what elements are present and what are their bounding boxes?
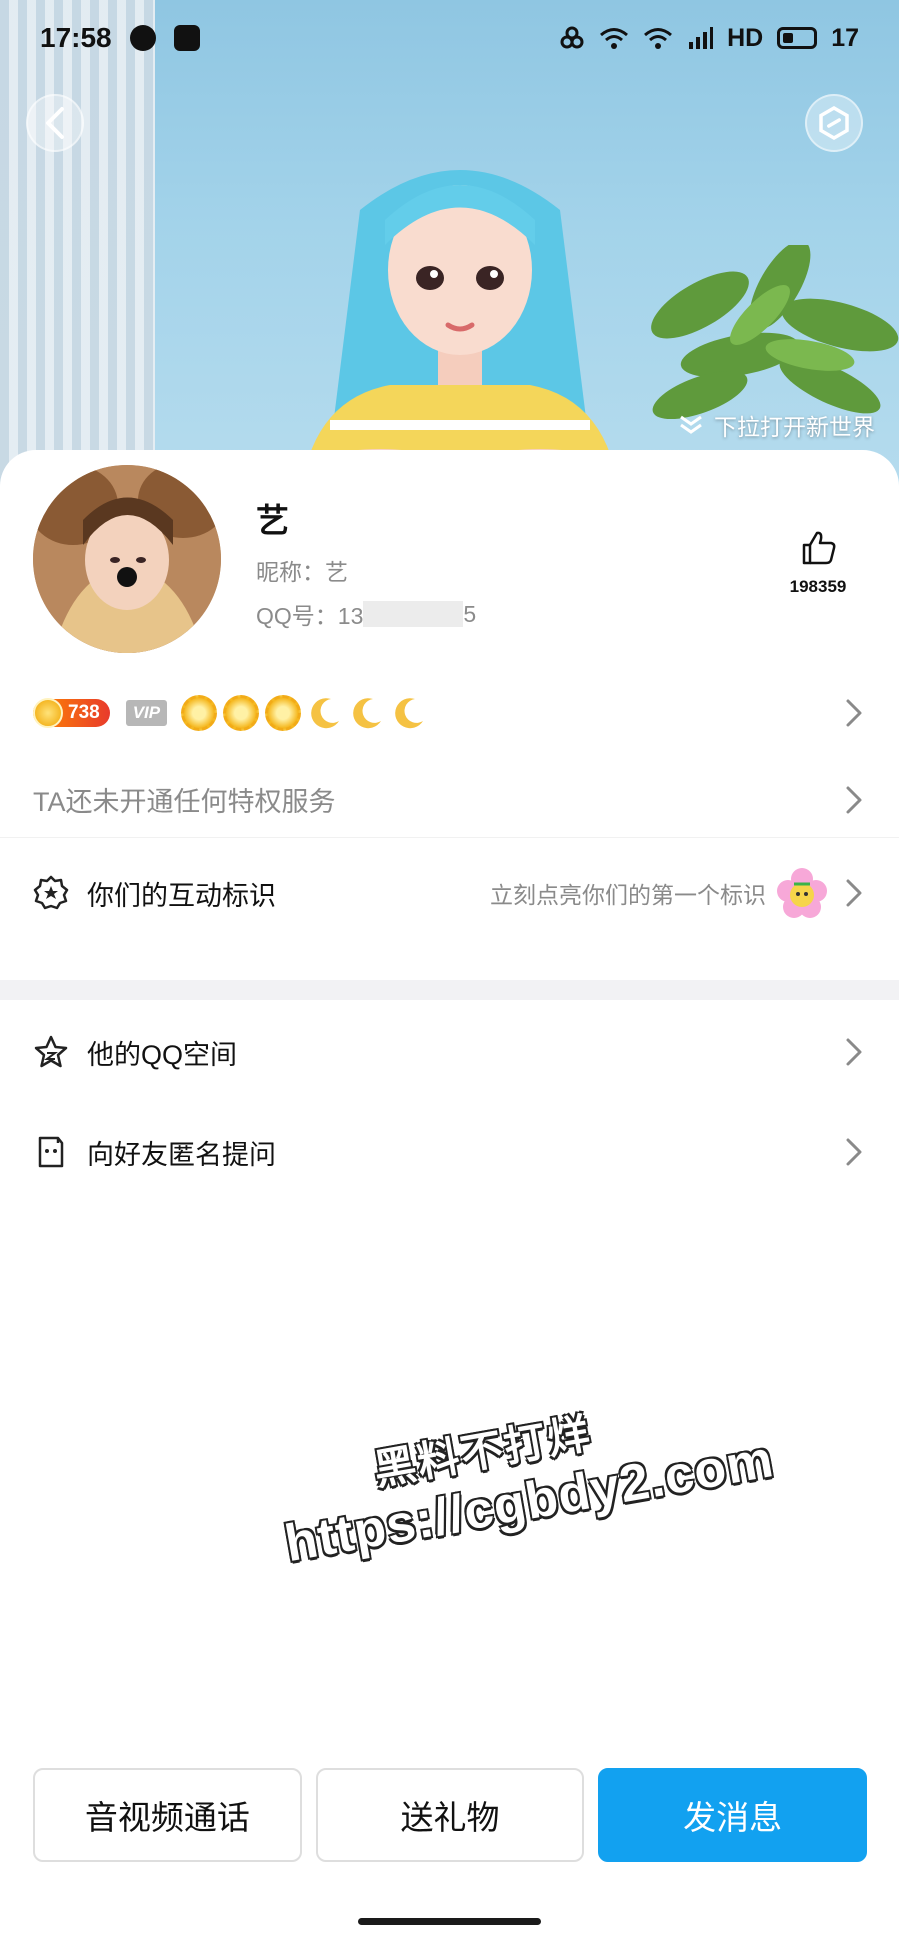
action-bar: 音视频通话 送礼物 发消息 <box>33 1768 868 1862</box>
chevron-right-icon <box>846 1138 862 1166</box>
home-indicator[interactable] <box>358 1918 541 1925</box>
link-icon <box>560 26 584 49</box>
vip-badge: VIP <box>125 700 168 726</box>
qq-prefix: QQ号：13 <box>256 603 364 629</box>
chevron-right-icon <box>846 786 862 813</box>
interaction-label: 你们的互动标识 <box>87 880 276 911</box>
qzone-label: 他的QQ空间 <box>87 1039 238 1070</box>
chevron-right-icon <box>846 699 862 727</box>
like-button[interactable]: 198359 <box>775 528 861 597</box>
profile-sheet: 艺 昵称：艺 QQ号：13 5 198359 738 VIP TA还未开通任何特… <box>0 450 899 1949</box>
app-notification-icon <box>173 25 200 51</box>
qzone-row[interactable]: 他的QQ空间 <box>0 1012 899 1092</box>
chevron-left-icon <box>46 107 64 139</box>
profile-name: 艺 <box>256 502 289 539</box>
wifi-icon-2 <box>644 28 673 49</box>
profile-qq-number: QQ号：13 5 <box>256 597 476 631</box>
moon-icon <box>353 698 382 729</box>
level-icons <box>181 695 427 731</box>
thumbs-up-icon <box>802 531 836 565</box>
signal-icon <box>689 27 714 49</box>
star-icon <box>34 1035 68 1068</box>
chevron-right-icon <box>846 1038 862 1066</box>
sun-icon <box>181 695 218 731</box>
sun-icon <box>223 695 260 731</box>
avatar-character-illustration <box>300 170 620 500</box>
battery-icon <box>777 27 818 49</box>
section-divider <box>0 980 899 1000</box>
interaction-marks-row[interactable]: 你们的互动标识 立刻点亮你们的第一个标识 <box>0 855 899 931</box>
send-message-button[interactable]: 发消息 <box>598 1768 868 1862</box>
avatar-photo <box>33 465 221 653</box>
moon-icon <box>395 698 424 729</box>
settings-button[interactable] <box>805 94 863 152</box>
like-count: 198359 <box>789 577 847 596</box>
wifi-icon <box>600 28 629 49</box>
double-chevron-down-icon <box>680 415 702 434</box>
badge-star-icon <box>33 875 69 910</box>
flower-mark-icon <box>777 868 827 918</box>
qq-suffix: 5 <box>463 600 477 627</box>
status-hd: HD <box>727 23 764 52</box>
send-gift-button[interactable]: 送礼物 <box>315 1768 585 1862</box>
sun-icon <box>265 695 302 731</box>
status-bar: 17:58 HD 17 <box>0 0 899 76</box>
level-coin-icon <box>33 698 63 728</box>
avatar[interactable] <box>33 465 221 653</box>
pull-down-hint[interactable]: 下拉打开新世界 <box>678 408 875 442</box>
box-icon <box>38 1136 64 1168</box>
pull-hint-text: 下拉打开新世界 <box>714 414 875 440</box>
interaction-hint: 立刻点亮你们的第一个标识 <box>490 882 766 908</box>
back-button[interactable] <box>26 94 84 152</box>
privilege-row[interactable]: TA还未开通任何特权服务 <box>0 762 899 838</box>
hexagon-icon <box>819 106 849 140</box>
anonymous-ask-row[interactable]: 向好友匿名提问 <box>0 1112 899 1192</box>
battery-level: 17 <box>831 23 859 52</box>
profile-nickname: 昵称：艺 <box>256 559 348 585</box>
level-row[interactable]: 738 VIP <box>0 685 899 741</box>
anonymous-ask-label: 向好友匿名提问 <box>87 1139 276 1170</box>
chevron-right-icon <box>846 879 862 907</box>
level-number: 738 <box>68 702 100 723</box>
chat-notification-icon <box>129 25 156 51</box>
level-badge: 738 <box>33 698 110 728</box>
qq-redaction <box>363 601 464 627</box>
video-call-button[interactable]: 音视频通话 <box>33 1768 302 1862</box>
status-time: 17:58 <box>40 22 112 53</box>
privilege-text: TA还未开通任何特权服务 <box>33 787 336 817</box>
profile-banner[interactable]: 17:58 HD 17 下拉打开新世界 <box>0 0 899 500</box>
moon-icon <box>311 698 340 729</box>
